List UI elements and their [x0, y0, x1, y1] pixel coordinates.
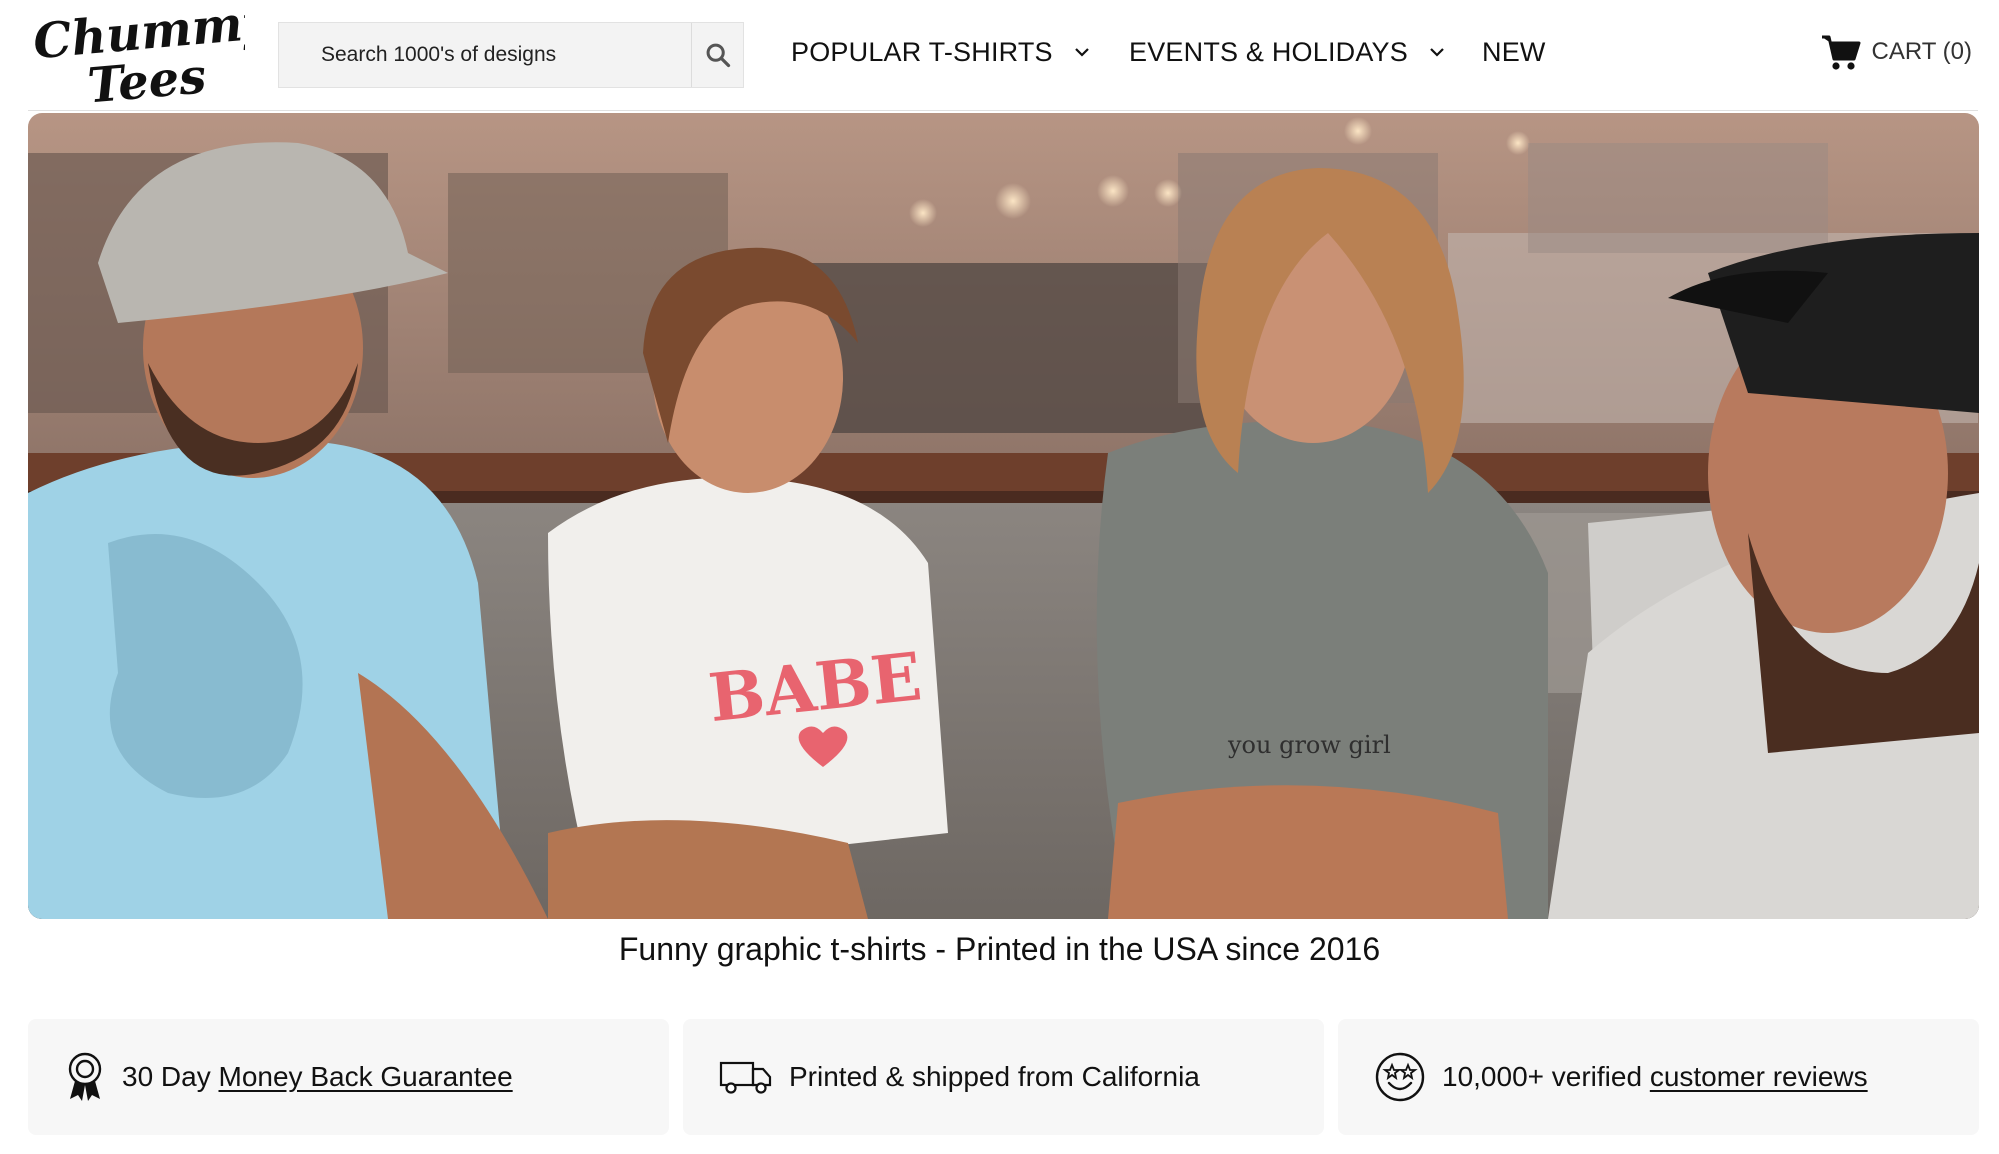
brand-logo[interactable]: Chummy Tees — [30, 0, 276, 114]
nav-popular-tshirts-label: POPULAR T-SHIRTS — [791, 36, 1053, 67]
shirt-print-grow: you grow girl — [1227, 731, 1391, 759]
feature-text: 30 Day — [122, 1061, 219, 1092]
cart-link[interactable]: CART (0) — [1820, 30, 1972, 74]
search-input[interactable] — [279, 23, 691, 87]
logo-wordmark: Chummy Tees — [31, 0, 276, 114]
tagline: Funny graphic t-shirts - Printed in the … — [618, 931, 1381, 967]
money-back-guarantee-link[interactable]: Money Back Guarantee — [219, 1061, 513, 1092]
award-ribbon-icon — [64, 1051, 106, 1103]
hero-photo-illustration: BABE you grow girl — [28, 113, 1979, 919]
search-button[interactable] — [691, 23, 744, 87]
feature-reviews-text: 10,000+ verified customer reviews — [1442, 1061, 1868, 1093]
customer-reviews-link[interactable]: customer reviews — [1650, 1061, 1868, 1092]
star-eyes-smiley-icon — [1374, 1051, 1426, 1103]
feature-shipping: Printed & shipped from California — [683, 1019, 1324, 1135]
header-divider — [28, 110, 1978, 111]
logo-line-2: Tees — [86, 48, 209, 106]
chevron-down-icon — [1073, 46, 1091, 58]
feature-reviews: 10,000+ verified customer reviews — [1338, 1019, 1979, 1135]
nav-new-label: NEW — [1482, 36, 1546, 67]
search-bar — [278, 22, 744, 88]
cart-icon — [1820, 33, 1862, 71]
search-icon — [706, 43, 731, 68]
nav-events-holidays[interactable]: EVENTS & HOLIDAYS — [1129, 34, 1446, 70]
delivery-truck-icon — [719, 1059, 773, 1095]
feature-money-back-text: 30 Day Money Back Guarantee — [122, 1061, 513, 1093]
feature-money-back: 30 Day Money Back Guarantee — [28, 1019, 669, 1135]
hero-image: BABE you grow girl — [28, 113, 1979, 919]
chevron-down-icon — [1428, 46, 1446, 58]
site-header: Chummy Tees POPULAR T-SHIRTS EVENTS & HO… — [0, 0, 1999, 114]
feature-text: 10,000+ verified — [1442, 1061, 1650, 1092]
feature-shipping-text: Printed & shipped from California — [789, 1061, 1200, 1092]
nav-events-holidays-label: EVENTS & HOLIDAYS — [1129, 36, 1408, 67]
cart-label: CART (0) — [1871, 38, 1972, 65]
nav-new[interactable]: NEW — [1482, 34, 1546, 70]
nav-popular-tshirts[interactable]: POPULAR T-SHIRTS — [791, 34, 1091, 70]
